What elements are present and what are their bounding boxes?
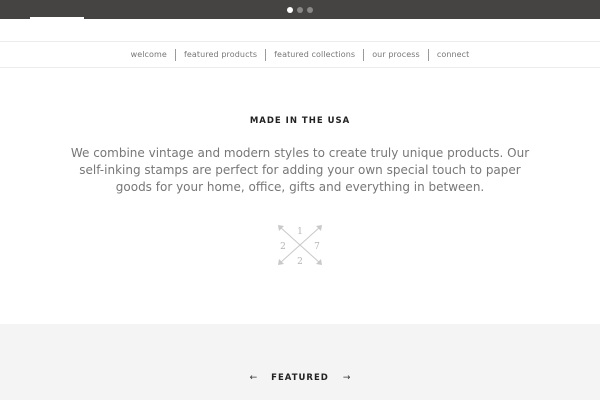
logo-number-top: 1 — [297, 227, 303, 237]
featured-section — [0, 324, 600, 400]
nav-link-connect[interactable]: connect — [429, 50, 478, 59]
logo-number-bottom: 2 — [297, 257, 303, 267]
logo-number-left: 2 — [280, 242, 286, 252]
brand-cross-logo-icon: 1 2 7 2 — [278, 225, 322, 267]
arrow-left-icon[interactable]: ← — [250, 373, 258, 383]
slider-dots — [287, 7, 313, 13]
section-heading: MADE IN THE USA — [249, 116, 351, 126]
featured-header: ← FEATURED → — [0, 373, 600, 383]
slider-dot-2[interactable] — [297, 7, 303, 13]
slider-dot-3[interactable] — [307, 7, 313, 13]
featured-title: FEATURED — [271, 373, 329, 383]
nav-link-featured-collections[interactable]: featured collections — [266, 50, 363, 59]
nav-link-our-process[interactable]: our process — [364, 50, 428, 59]
nav-link-welcome[interactable]: welcome — [123, 50, 175, 59]
hero-tab-indicator — [30, 17, 84, 19]
section-nav: welcome featured products featured colle… — [0, 41, 600, 68]
hero-slider — [0, 0, 600, 19]
logo-number-right: 7 — [314, 242, 320, 252]
nav-link-featured-products[interactable]: featured products — [176, 50, 265, 59]
intro-text: We combine vintage and modern styles to … — [70, 146, 530, 194]
slider-dot-1[interactable] — [287, 7, 293, 13]
arrow-right-icon[interactable]: → — [343, 373, 351, 383]
